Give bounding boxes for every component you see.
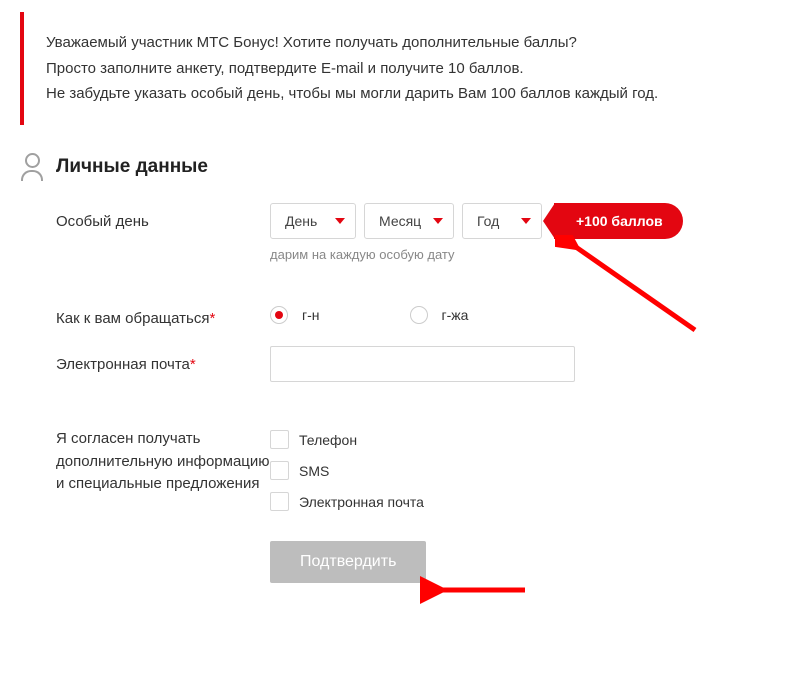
radio-icon xyxy=(270,306,288,324)
salutation-label: Как к вам обращаться* xyxy=(20,300,270,331)
year-select-value: Год xyxy=(477,213,499,229)
day-select[interactable]: День xyxy=(270,203,356,239)
consent-label: Я согласен получать дополнительную инфор… xyxy=(20,426,270,496)
info-line-1: Уважаемый участник МТС Бонус! Хотите пол… xyxy=(46,30,760,56)
checkbox-phone-label: Телефон xyxy=(299,432,357,448)
year-select[interactable]: Год xyxy=(462,203,542,239)
section-header: Личные данные xyxy=(20,153,780,181)
section-title: Личные данные xyxy=(56,156,208,178)
day-select-value: День xyxy=(285,213,317,229)
person-icon xyxy=(20,153,44,181)
radio-mrs-label: г-жа xyxy=(442,307,469,323)
checkbox-phone[interactable]: Телефон xyxy=(270,430,780,449)
special-day-label: Особый день xyxy=(20,203,270,234)
checkbox-icon xyxy=(270,492,289,511)
checkbox-sms-label: SMS xyxy=(299,463,329,479)
checkbox-email[interactable]: Электронная почта xyxy=(270,492,780,511)
bonus-badge-text: +100 баллов xyxy=(576,213,663,229)
required-asterisk: * xyxy=(209,310,215,327)
special-day-hint: дарим на каждую особую дату xyxy=(270,247,780,262)
checkbox-sms[interactable]: SMS xyxy=(270,461,780,480)
info-line-3: Не забудьте указать особый день, чтобы м… xyxy=(46,81,760,107)
required-asterisk: * xyxy=(190,356,196,373)
info-box: Уважаемый участник МТС Бонус! Хотите пол… xyxy=(20,12,780,125)
email-field[interactable] xyxy=(270,346,575,382)
checkbox-icon xyxy=(270,430,289,449)
bonus-badge: +100 баллов xyxy=(554,203,683,239)
email-label: Электронная почта* xyxy=(20,346,270,377)
checkbox-icon xyxy=(270,461,289,480)
radio-icon xyxy=(410,306,428,324)
submit-button[interactable]: Подтвердить xyxy=(270,541,426,583)
month-select-value: Месяц xyxy=(379,213,421,229)
checkbox-email-label: Электронная почта xyxy=(299,494,424,510)
chevron-down-icon xyxy=(433,218,443,224)
radio-mrs[interactable]: г-жа xyxy=(410,306,469,324)
info-line-2: Просто заполните анкету, подтвердите E-m… xyxy=(46,56,760,82)
radio-mr-label: г-н xyxy=(302,307,320,323)
chevron-down-icon xyxy=(335,218,345,224)
month-select[interactable]: Месяц xyxy=(364,203,454,239)
chevron-down-icon xyxy=(521,218,531,224)
radio-mr[interactable]: г-н xyxy=(270,306,320,324)
